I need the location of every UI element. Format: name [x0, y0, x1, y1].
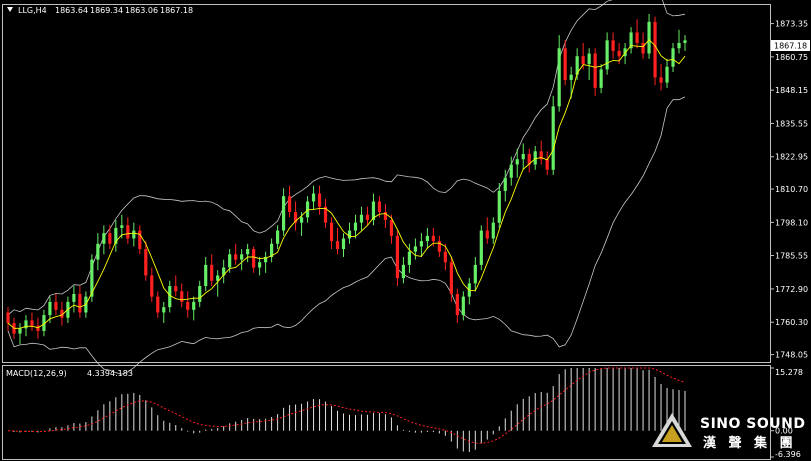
candle: [479, 225, 483, 271]
current-price-tag: 1867.18: [771, 40, 810, 51]
close-value: 1867.18: [160, 6, 193, 15]
price-tick-label: 1822.95: [775, 153, 808, 162]
low-value: 1863.06: [125, 6, 158, 15]
current-price-label: 1867.18: [774, 42, 807, 51]
trading-chart[interactable]: 1873.35 1860.75 1848.15 1835.55 1822.95 1810.…: [0, 0, 811, 461]
price-tick-label: 1785.55: [775, 252, 808, 261]
open-value: 1863.64: [55, 6, 88, 15]
high-value: 1869.34: [90, 6, 123, 15]
price-tick-label: 1810.70: [775, 185, 808, 194]
price-tick-label: 1848.15: [775, 86, 808, 95]
macd-signal-value: 4.183: [110, 369, 133, 378]
macd-tick-label: 15.278: [775, 368, 803, 377]
candle: [653, 16, 657, 86]
candle: [551, 95, 555, 176]
macd-tick-label: -6.396: [775, 450, 801, 459]
macd-value: 4.339: [87, 369, 110, 378]
price-tick-label: 1748.05: [775, 351, 808, 360]
candle: [395, 230, 400, 287]
symbol-label: LLG,H4: [18, 6, 47, 15]
price-tick-label: 1772.90: [775, 285, 808, 294]
price-tick-label: 1760.30: [775, 318, 808, 327]
macd-label: MACD(12,26,9): [6, 369, 67, 378]
price-tick-label: 1860.75: [775, 53, 808, 62]
brand-en: SINO SOUND: [700, 416, 805, 432]
price-tick-label: 1798.10: [775, 218, 808, 227]
price-tick-label: 1835.55: [775, 119, 808, 128]
price-tick-label: 1873.35: [775, 20, 808, 29]
brand-cn: 漢 聲 集 團: [703, 435, 797, 451]
